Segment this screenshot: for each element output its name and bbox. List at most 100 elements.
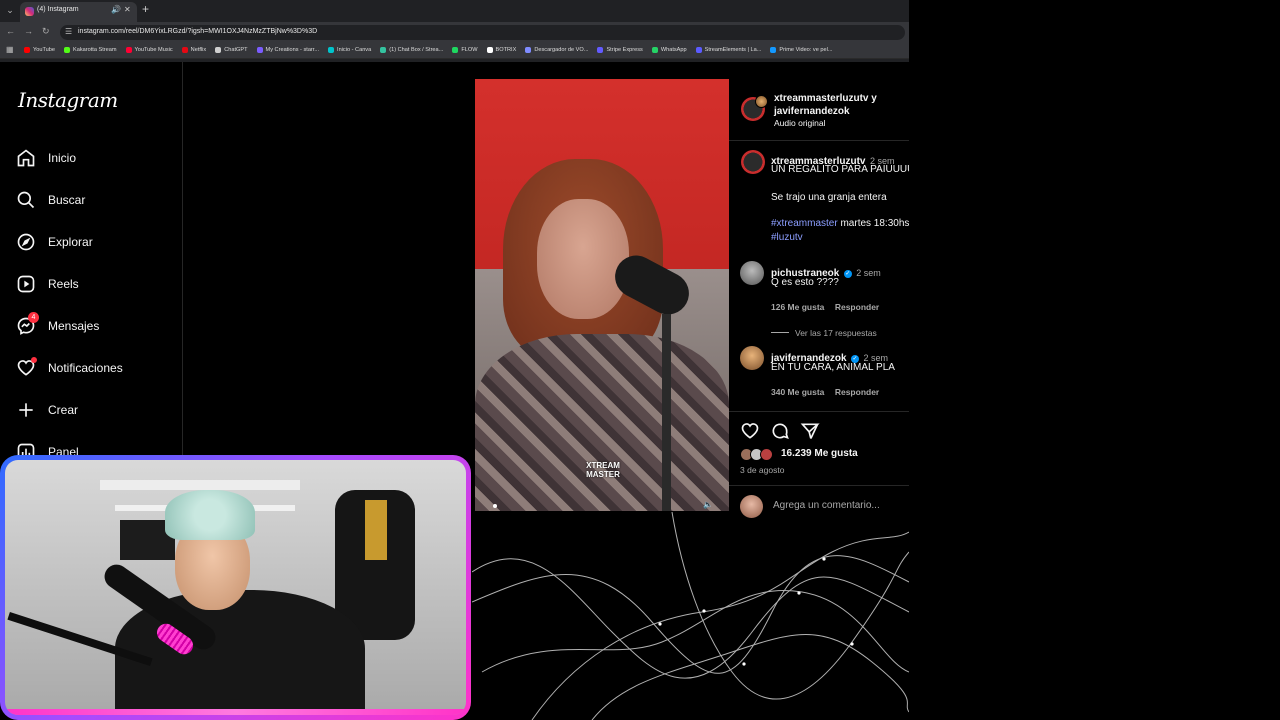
post-authors[interactable]: xtreammasterluzutv y javifernandezok — [774, 92, 877, 118]
background-shelf — [100, 480, 300, 490]
sidebar-item-reels[interactable]: Reels — [16, 270, 79, 298]
brand-line: XTREAM — [586, 461, 620, 470]
bookmark-favicon-icon — [328, 47, 335, 53]
sidebar-item-label: Reels — [48, 277, 79, 291]
audio-link[interactable]: Audio original — [774, 118, 826, 128]
bookmark-item[interactable]: Netflix — [181, 44, 207, 56]
bookmark-label: YouTube Music — [134, 47, 173, 53]
new-tab-plus-icon[interactable]: + — [142, 2, 149, 16]
avatar[interactable] — [755, 95, 768, 108]
bookmark-favicon-icon — [181, 47, 188, 53]
bookmark-favicon-icon — [695, 47, 702, 53]
bookmark-label: YouTube — [33, 47, 55, 53]
avatar[interactable] — [740, 346, 764, 370]
bookmark-item[interactable]: ChatGPT — [215, 44, 248, 56]
reload-icon[interactable]: ↻ — [42, 26, 50, 37]
sidebar-item-explorar[interactable]: Explorar — [16, 228, 93, 256]
avatar — [760, 448, 773, 461]
share-send-icon[interactable] — [800, 421, 820, 441]
comment-input[interactable]: Agrega un comentario... — [773, 500, 880, 511]
bookmark-item[interactable]: StreamElements | La... — [695, 44, 761, 56]
forward-arrow-icon[interactable]: → — [24, 26, 33, 36]
avatar[interactable] — [741, 150, 765, 174]
bookmark-favicon-icon — [486, 47, 493, 53]
comment-likes[interactable]: 126 Me gusta — [771, 302, 824, 312]
post-actions: 16.239 Me gusta 3 de agosto Agrega un co… — [729, 411, 909, 520]
sidebar-item-inicio[interactable]: Inicio — [16, 144, 76, 172]
divider — [771, 332, 789, 333]
liker-avatars[interactable] — [740, 448, 776, 462]
comment-bubble-icon[interactable] — [770, 421, 790, 441]
tab-bar: ⌄ (4) Instagram 🔊 ✕ + — [0, 0, 909, 22]
reel-info-panel: xtreammasterluzutv y javifernandezok Aud… — [729, 79, 909, 520]
bookmarks-bar: ▦ YouTube Kakarotta Stream YouTube Music Ne… — [0, 42, 909, 59]
sidebar-item-label: Explorar — [48, 235, 93, 249]
bookmark-label: FLOW — [461, 47, 478, 53]
bookmark-item[interactable]: BOTRIX — [486, 44, 516, 56]
reply-button[interactable]: Responder — [835, 387, 879, 397]
author-line[interactable]: xtreammasterluzutv y — [774, 92, 877, 105]
back-arrow-icon[interactable]: ← — [6, 26, 15, 36]
bookmark-item[interactable]: WhatsApp — [651, 44, 687, 56]
webcam-overlay — [0, 455, 471, 720]
bookmark-item[interactable]: YouTube — [24, 44, 55, 56]
plus-icon — [16, 400, 36, 420]
apps-grid-icon[interactable]: ▦ — [6, 45, 14, 54]
sidebar-item-notificaciones[interactable]: Notificaciones — [16, 354, 123, 382]
tab-title: (4) Instagram — [37, 6, 79, 13]
heart-icon — [16, 357, 37, 378]
sidebar-item-label: Mensajes — [48, 319, 100, 333]
bookmark-label: Prime Video: ve pel... — [779, 47, 833, 53]
view-replies-button[interactable]: Ver las 17 respuestas — [771, 323, 877, 341]
notification-dot — [31, 357, 37, 363]
divider — [729, 485, 909, 486]
view-replies-label: Ver las 17 respuestas — [795, 328, 877, 338]
sidebar-item-label: Buscar — [48, 193, 86, 207]
bookmark-item[interactable]: (1) Chat Box / Strea... — [380, 44, 443, 56]
bookmark-item[interactable]: FLOW — [452, 44, 478, 56]
bookmark-label: Inicio - Canva — [337, 47, 372, 53]
microphone-stand — [662, 314, 671, 511]
likes-count[interactable]: 16.239 Me gusta — [781, 448, 858, 459]
compass-icon — [16, 232, 36, 252]
caption-line: UN REGALITO PARA PAIUUUU — [771, 164, 909, 175]
caption-line: #xtreammaster martes 18:30hs — [771, 218, 909, 229]
url-input[interactable]: ☰ instagram.com/reel/DM6YixLRGzd/?igsh=M… — [60, 25, 905, 40]
tab-instagram[interactable]: (4) Instagram 🔊 ✕ — [20, 2, 137, 22]
bookmark-item[interactable]: Inicio - Canva — [328, 44, 371, 56]
bookmark-label: Netflix — [190, 47, 207, 53]
bookmark-item[interactable]: Kakarotta Stream — [63, 44, 117, 56]
bookmark-item[interactable]: My Creations - starr... — [256, 44, 319, 56]
speaker-icon[interactable]: 🔊 — [111, 5, 121, 14]
instagram-logo[interactable]: Instagram — [18, 88, 118, 112]
hashtag-link[interactable]: #xtreammaster — [771, 218, 838, 229]
tab-list-chevron-icon[interactable]: ⌄ — [3, 3, 17, 18]
verified-badge-icon: ✓ — [843, 270, 852, 278]
bookmark-favicon-icon — [215, 47, 222, 53]
bookmark-item[interactable]: YouTube Music — [125, 44, 173, 56]
reel-video[interactable]: XTREAM MASTER 🔈 — [475, 79, 729, 511]
reply-button[interactable]: Responder — [835, 302, 879, 312]
video-person-body — [475, 334, 729, 511]
sidebar-item-buscar[interactable]: Buscar — [16, 186, 85, 214]
avatar[interactable] — [740, 261, 764, 285]
bookmark-item[interactable]: Descargador de VO... — [525, 44, 588, 56]
close-icon[interactable]: ✕ — [124, 5, 131, 14]
comment-likes[interactable]: 340 Me gusta — [771, 387, 824, 397]
like-heart-icon[interactable] — [740, 421, 760, 441]
author-line[interactable]: javifernandezok — [774, 105, 877, 118]
reels-icon — [16, 274, 36, 294]
sidebar-item-mensajes[interactable]: 4 Mensajes — [16, 312, 99, 340]
bookmark-item[interactable]: Stripe Express — [597, 44, 643, 56]
webcam-glow — [5, 709, 466, 715]
bookmark-list: YouTube Kakarotta Stream YouTube Music Netf… — [24, 44, 833, 56]
site-info-icon[interactable]: ☰ — [65, 27, 72, 36]
instagram-sidebar: Instagram Inicio Buscar Explorar Reels 4… — [0, 62, 183, 462]
hashtag-link[interactable]: #luzutv — [771, 232, 803, 243]
bookmark-item[interactable]: Prime Video: ve pel... — [770, 44, 833, 56]
comment-meta: 126 Me gusta Responder — [771, 297, 879, 315]
volume-icon[interactable]: 🔈 — [703, 500, 713, 509]
bookmark-favicon-icon — [380, 47, 387, 53]
messenger-icon: 4 — [16, 312, 39, 336]
sidebar-item-crear[interactable]: Crear — [16, 396, 78, 424]
